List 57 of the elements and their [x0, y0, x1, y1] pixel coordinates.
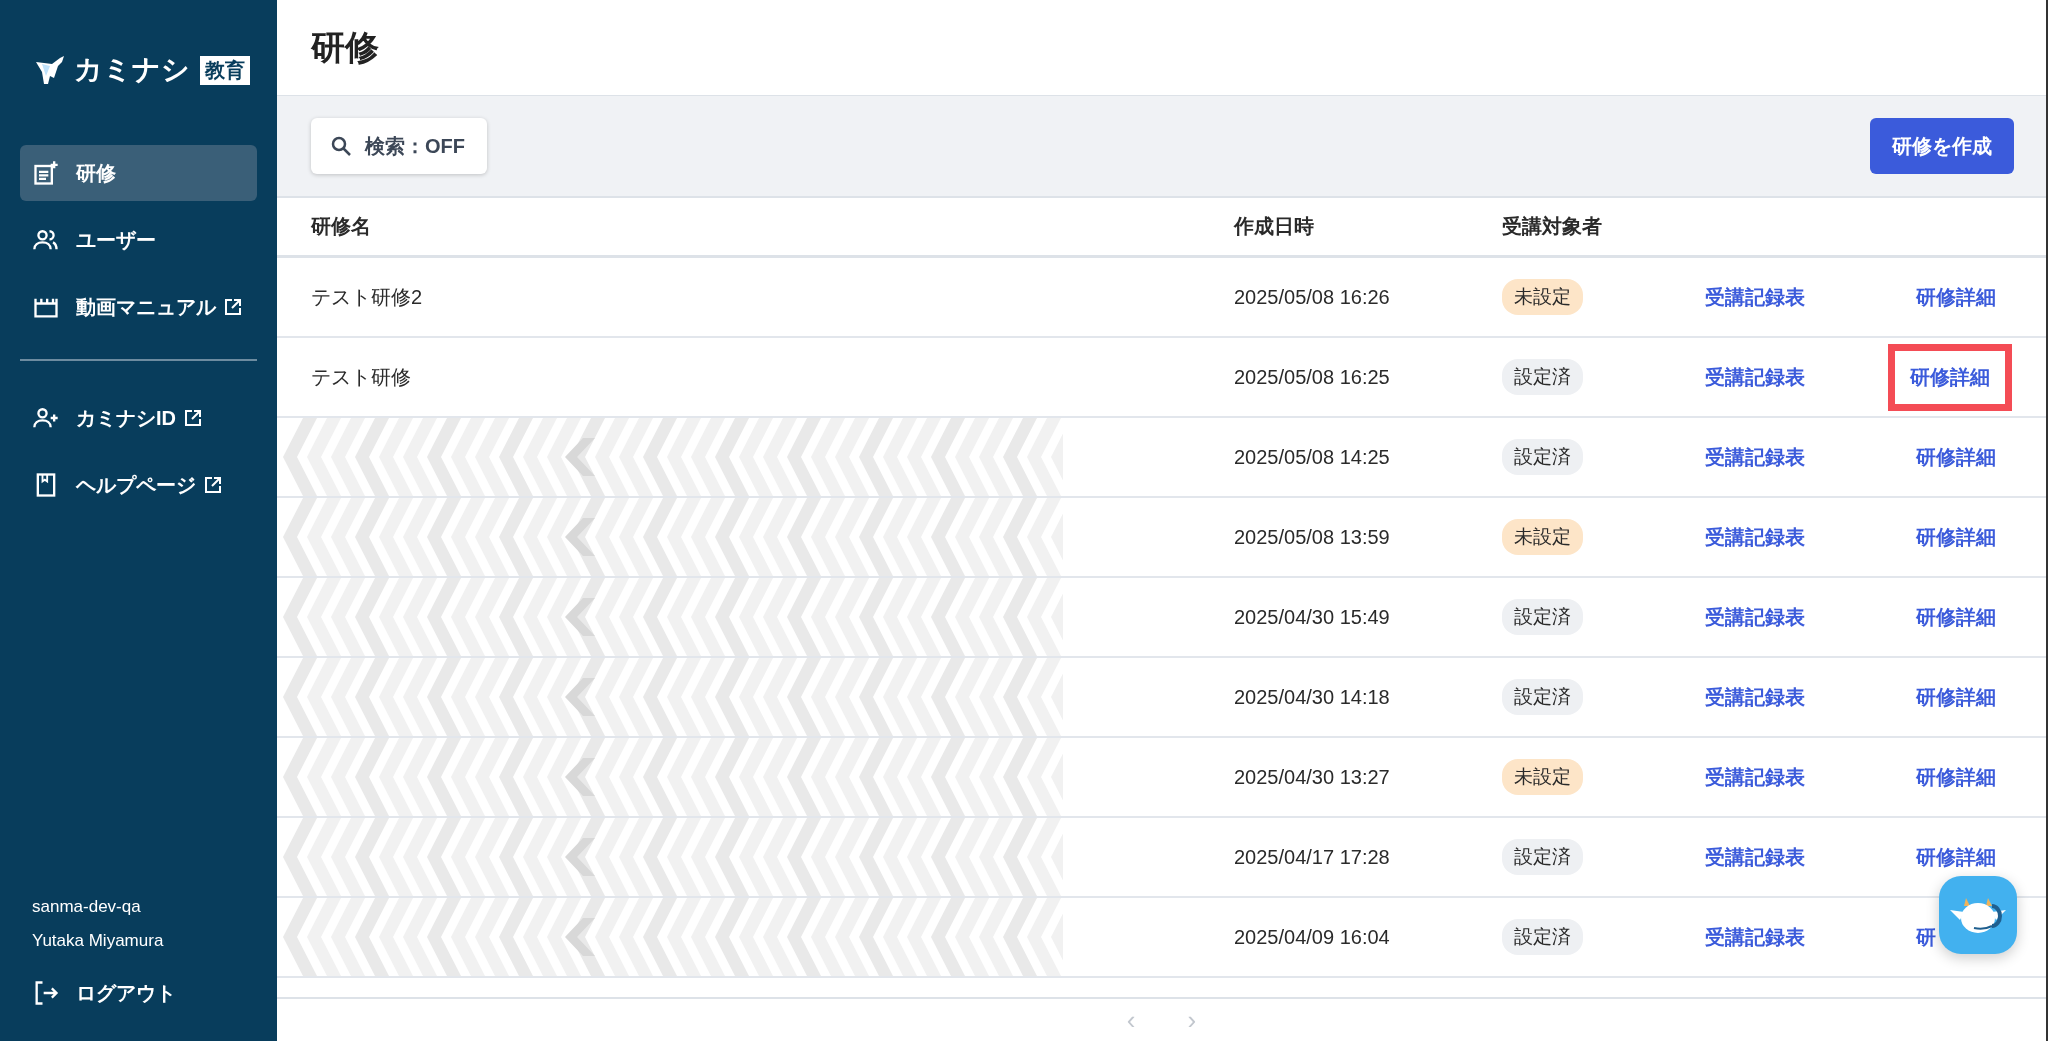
detail-link[interactable]: 研修詳細 [1888, 343, 2012, 411]
detail-link[interactable]: 研 [1912, 923, 1940, 951]
status-badge: 設定済 [1502, 919, 1583, 955]
record-link[interactable]: 受講記録表 [1701, 843, 1809, 871]
created-date: 2025/04/09 16:04 [1234, 925, 1391, 949]
status-badge: 未設定 [1502, 759, 1583, 795]
training-name: テスト研修2 [311, 284, 424, 310]
status-badge: 設定済 [1502, 359, 1583, 395]
training-name: テスト研修 [311, 364, 412, 390]
status-badge: 設定済 [1502, 839, 1583, 875]
detail-link[interactable]: 研修詳細 [1912, 683, 2000, 711]
training-icon [32, 159, 60, 187]
detail-link[interactable]: 研修詳細 [1912, 843, 2000, 871]
status-badge: 未設定 [1502, 279, 1583, 315]
detail-link[interactable]: 研修詳細 [1912, 443, 2000, 471]
sidebar-link[interactable]: ヘルプページ [20, 457, 257, 513]
sidebar-item[interactable]: ユーザー [20, 212, 257, 268]
workspace-name: sanma-dev-qa [32, 897, 142, 917]
detail-link[interactable]: 研修詳細 [1912, 603, 2000, 631]
column-header: 受講対象者 [1502, 214, 1603, 239]
logout-button[interactable]: ログアウト [20, 965, 257, 1021]
record-link[interactable]: 受講記録表 [1701, 283, 1809, 311]
created-date: 2025/05/08 16:26 [1234, 285, 1391, 309]
created-date: 2025/05/08 14:25 [1234, 445, 1391, 469]
logo-text: カミナシ [74, 53, 190, 87]
status-badge: 設定済 [1502, 599, 1583, 635]
column-header: 作成日時 [1234, 214, 1315, 239]
detail-link[interactable]: 研修詳細 [1912, 523, 2000, 551]
column-header: 研修名 [311, 214, 372, 239]
sidebar-item[interactable]: 動画マニュアル [20, 279, 257, 335]
page-title: 研修 [311, 26, 379, 68]
record-link[interactable]: 受講記録表 [1701, 603, 1809, 631]
sidebar-item[interactable]: 研修 [20, 145, 257, 201]
created-date: 2025/04/30 15:49 [1234, 605, 1391, 629]
detail-link[interactable]: 研修詳細 [1912, 283, 2000, 311]
record-link[interactable]: 受講記録表 [1701, 443, 1809, 471]
detail-link[interactable]: 研修詳細 [1912, 763, 2000, 791]
created-date: 2025/04/30 13:27 [1234, 765, 1391, 789]
user-name: Yutaka Miyamura [32, 931, 165, 951]
logo-badge: 教育 [200, 55, 250, 85]
created-date: 2025/05/08 16:25 [1234, 365, 1391, 389]
created-date: 2025/04/30 14:18 [1234, 685, 1391, 709]
record-link[interactable]: 受講記録表 [1701, 523, 1809, 551]
created-date: 2025/04/17 17:28 [1234, 845, 1391, 869]
created-date: 2025/05/08 13:59 [1234, 525, 1391, 549]
record-link[interactable]: 受講記録表 [1701, 763, 1809, 791]
search-icon [329, 134, 353, 158]
search-toggle-button[interactable]: 検索：OFF [311, 118, 487, 174]
status-badge: 設定済 [1502, 439, 1583, 475]
record-link[interactable]: 受講記録表 [1701, 923, 1809, 951]
status-badge: 設定済 [1502, 679, 1583, 715]
status-badge: 未設定 [1502, 519, 1583, 555]
record-link[interactable]: 受講記録表 [1701, 683, 1809, 711]
record-link[interactable]: 受講記録表 [1701, 363, 1809, 391]
sidebar-link[interactable]: カミナシID [20, 390, 257, 446]
create-button[interactable]: 研修を作成 [1870, 118, 2014, 174]
support-chat-button[interactable] [1939, 876, 2017, 954]
